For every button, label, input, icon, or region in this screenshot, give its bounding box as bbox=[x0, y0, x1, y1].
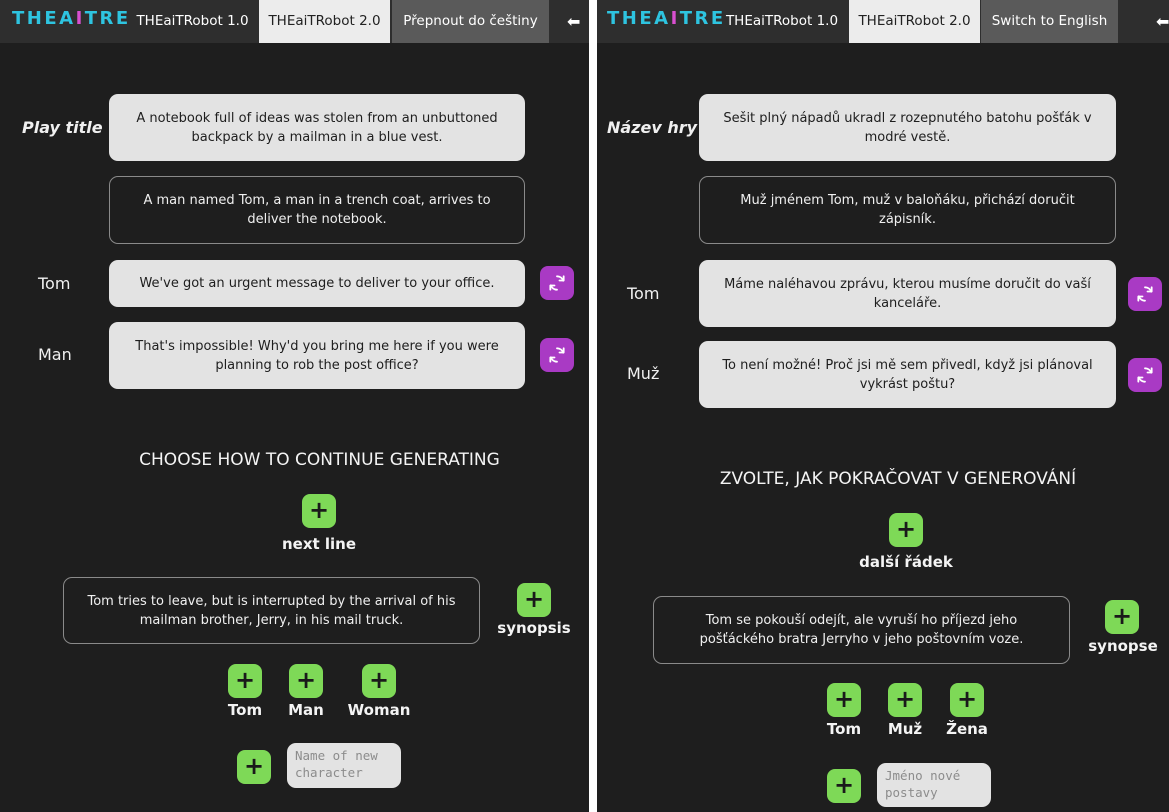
scene-description-bubble[interactable]: Muž jménem Tom, muž v baloňáku, přichází… bbox=[699, 176, 1116, 244]
play-title-label: Název hry bbox=[607, 118, 698, 137]
arrow-left-icon[interactable]: ⬅ bbox=[1156, 0, 1169, 43]
theaitre-logo[interactable]: THEAITRE bbox=[607, 8, 726, 29]
dialogue-line-bubble[interactable]: We've got an urgent message to deliver t… bbox=[109, 260, 525, 307]
top-bar: THEAITRE THEaiTRobot 1.0 THEaiTRobot 2.0… bbox=[597, 0, 1169, 43]
next-line-label: next line bbox=[281, 535, 357, 553]
play-title-bubble[interactable]: Sešit plný nápadů ukradl z rozepnutého b… bbox=[699, 94, 1116, 161]
add-character-line-button[interactable]: + bbox=[827, 683, 861, 717]
play-title-label: Play title bbox=[22, 118, 103, 137]
arrow-left-icon[interactable]: ⬅ bbox=[567, 0, 580, 43]
speaker-name: Tom bbox=[38, 274, 71, 293]
tab-theaitrobot-2[interactable]: THEaiTRobot 2.0 bbox=[259, 0, 390, 43]
add-next-line-button[interactable]: + bbox=[889, 513, 923, 547]
add-character-line-button[interactable]: + bbox=[888, 683, 922, 717]
add-character-line-button[interactable]: + bbox=[950, 683, 984, 717]
character-label: Man bbox=[288, 701, 324, 719]
regenerate-icon[interactable] bbox=[1128, 277, 1162, 311]
character-label: Tom bbox=[227, 701, 263, 719]
synopsis-bubble[interactable]: Tom se pokouší odejít, ale vyruší ho pří… bbox=[653, 596, 1070, 664]
character-label: Muž bbox=[887, 720, 923, 738]
add-character-line-button[interactable]: + bbox=[362, 664, 396, 698]
tab-theaitrobot-2[interactable]: THEaiTRobot 2.0 bbox=[849, 0, 980, 43]
add-new-character-button[interactable]: + bbox=[237, 750, 271, 784]
regenerate-icon[interactable] bbox=[540, 266, 574, 300]
add-character-line-button[interactable]: + bbox=[228, 664, 262, 698]
add-character-line-button[interactable]: + bbox=[289, 664, 323, 698]
regenerate-icon[interactable] bbox=[1128, 358, 1162, 392]
panel-divider bbox=[589, 0, 597, 812]
speaker-name: Man bbox=[38, 345, 72, 364]
dialogue-line-bubble[interactable]: That's impossible! Why'd you bring me he… bbox=[109, 322, 525, 389]
next-line-label: další řádek bbox=[859, 553, 953, 571]
character-label: Tom bbox=[826, 720, 862, 738]
synopsis-label: synopse bbox=[1088, 637, 1158, 655]
add-new-character-button[interactable]: + bbox=[827, 769, 861, 803]
theaitre-logo[interactable]: THEAITRE bbox=[12, 8, 131, 29]
regenerate-icon[interactable] bbox=[540, 338, 574, 372]
add-synopsis-button[interactable]: + bbox=[517, 583, 551, 617]
dialogue-line-bubble[interactable]: To není možné! Proč jsi mě sem přivedl, … bbox=[699, 341, 1116, 408]
continue-heading: ZVOLTE, JAK POKRAČOVAT V GENEROVÁNÍ bbox=[719, 469, 1077, 489]
language-switch-button[interactable]: Switch to English bbox=[981, 0, 1118, 43]
scene-description-bubble[interactable]: A man named Tom, a man in a trench coat,… bbox=[109, 176, 525, 244]
tab-theaitrobot-1[interactable]: THEaiTRobot 1.0 bbox=[130, 0, 255, 43]
speaker-name: Muž bbox=[627, 364, 660, 383]
continue-heading: CHOOSE HOW TO CONTINUE GENERATING bbox=[139, 450, 500, 470]
character-label: Žena bbox=[946, 720, 988, 738]
synopsis-label: synopsis bbox=[497, 619, 571, 637]
new-character-input[interactable] bbox=[287, 743, 401, 788]
tab-theaitrobot-1[interactable]: THEaiTRobot 1.0 bbox=[719, 0, 845, 43]
new-character-input[interactable] bbox=[877, 763, 991, 807]
add-next-line-button[interactable]: + bbox=[302, 494, 336, 528]
top-bar: THEAITRE THEaiTRobot 1.0 THEaiTRobot 2.0… bbox=[0, 0, 589, 43]
character-label: Woman bbox=[347, 701, 411, 719]
play-title-bubble[interactable]: A notebook full of ideas was stolen from… bbox=[109, 94, 525, 161]
dialogue-line-bubble[interactable]: Máme naléhavou zprávu, kterou musíme dor… bbox=[699, 260, 1116, 327]
english-screen: THEAITRE THEaiTRobot 1.0 THEaiTRobot 2.0… bbox=[0, 0, 589, 812]
language-switch-button[interactable]: Přepnout do češtiny bbox=[392, 0, 549, 43]
speaker-name: Tom bbox=[627, 284, 660, 303]
czech-screen: THEAITRE THEaiTRobot 1.0 THEaiTRobot 2.0… bbox=[597, 0, 1169, 812]
add-synopsis-button[interactable]: + bbox=[1105, 600, 1139, 634]
synopsis-bubble[interactable]: Tom tries to leave, but is interrupted b… bbox=[63, 577, 480, 644]
